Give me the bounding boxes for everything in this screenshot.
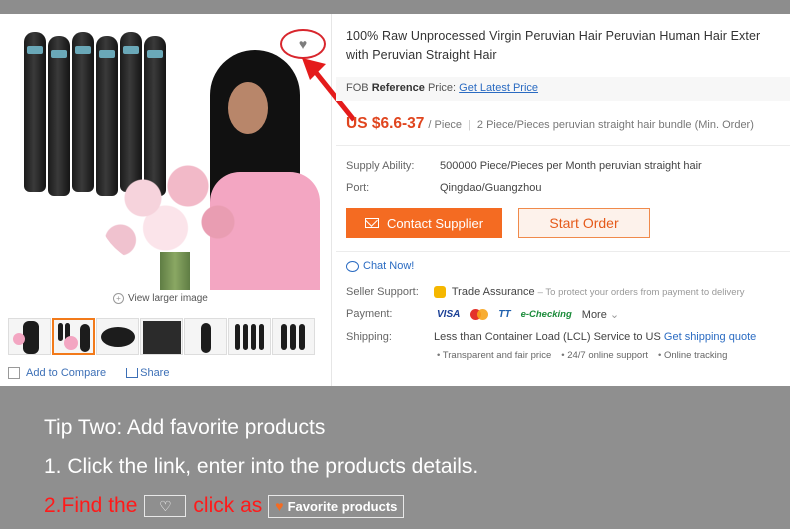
supply-value: 500000 Piece/Pieces per Month peruvian s…: [440, 160, 702, 172]
payment-methods: VISA TT e-Checking More ⌄: [437, 308, 619, 321]
trade-assurance-note: – To protect your orders from payment to…: [537, 287, 745, 298]
get-shipping-quote-link[interactable]: Get shipping quote: [664, 331, 756, 343]
thumbnail-active[interactable]: [52, 318, 95, 355]
model-face: [228, 82, 268, 134]
details-divider: [336, 145, 790, 146]
tip-step-one: 1. Click the link, enter into the produc…: [44, 455, 479, 478]
thumbnail[interactable]: [184, 318, 227, 355]
get-latest-price-link[interactable]: Get Latest Price: [459, 82, 538, 94]
top-gray-strip: [0, 0, 790, 14]
product-title-line1: 100% Raw Unprocessed Virgin Peruvian Hai…: [346, 29, 761, 43]
tip-title: Tip Two: Add favorite products: [44, 416, 326, 439]
heart-icon: ♥: [298, 36, 308, 52]
shipping-benefits: Transparent and fair price 24/7 online s…: [437, 350, 728, 361]
start-order-label: Start Order: [549, 215, 619, 231]
view-larger-link[interactable]: + View larger image: [113, 293, 208, 304]
fob-price-row: FOB Reference Price: Get Latest Price: [346, 82, 538, 94]
compare-checkbox[interactable]: [8, 367, 20, 379]
trade-assurance-label[interactable]: Trade Assurance: [452, 286, 535, 298]
zoom-icon: +: [113, 293, 124, 304]
favorite-heart-button[interactable]: ♥: [280, 29, 326, 59]
benefit-item: Online tracking: [658, 350, 727, 361]
share-link[interactable]: Share: [126, 367, 169, 379]
price-value: US $6.6-37: [346, 115, 425, 132]
mastercard-icon: [470, 309, 489, 320]
thumbnail[interactable]: [8, 318, 51, 355]
echecking-icon: e-Checking: [520, 309, 572, 320]
payment-more-dropdown[interactable]: More ⌄: [582, 308, 619, 321]
hair-bundle: [48, 36, 70, 196]
price-unit: / Piece: [428, 119, 463, 131]
thumbnail[interactable]: [272, 318, 315, 355]
compare-share-row: Add to Compare Share: [8, 367, 169, 379]
hair-bundle: [72, 32, 94, 192]
price-separator: |: [468, 119, 471, 131]
chat-now-link[interactable]: Chat Now!: [346, 260, 414, 272]
fob-bold: Reference: [371, 82, 425, 94]
benefit-item: Transparent and fair price: [437, 350, 551, 361]
shipping-row: Less than Container Load (LCL) Service t…: [434, 331, 756, 343]
shipping-value: Less than Container Load (LCL) Service t…: [434, 331, 661, 343]
main-product-image[interactable]: [10, 22, 324, 290]
thumbnail[interactable]: [228, 318, 271, 355]
port-label: Port:: [346, 182, 370, 194]
port-value: Qingdao/Guangzhou: [440, 182, 542, 194]
chevron-down-icon: ⌄: [609, 309, 620, 321]
heart-icon: ♥: [275, 498, 284, 514]
start-order-button[interactable]: Start Order: [518, 208, 650, 238]
chat-icon: [346, 260, 359, 272]
seller-support-label: Seller Support:: [346, 286, 419, 298]
add-to-compare-link[interactable]: Add to Compare: [26, 367, 106, 379]
share-icon: [126, 368, 139, 378]
contact-supplier-button[interactable]: Contact Supplier: [346, 208, 502, 238]
trade-assurance-row: Trade Assurance – To protect your orders…: [434, 286, 745, 299]
actions-divider: [336, 251, 790, 252]
payment-label: Payment:: [346, 308, 393, 320]
min-order: 2 Piece/Pieces peruvian straight hair bu…: [476, 119, 754, 131]
mail-icon: [364, 218, 379, 228]
flower-bouquet: [98, 150, 248, 270]
tip-step-two-mid: click as: [193, 494, 263, 517]
share-label: Share: [140, 367, 170, 379]
thumbnail[interactable]: [96, 318, 139, 355]
hair-bundle: [24, 32, 46, 192]
contact-supplier-label: Contact Supplier: [386, 215, 484, 231]
fob-prefix: FOB: [346, 82, 369, 94]
shipping-label: Shipping:: [346, 331, 392, 343]
view-larger-label: View larger image: [128, 293, 208, 304]
tip-step-two: 2.Find the ♡ click as ♥ Favorite product…: [44, 494, 405, 518]
favorite-products-label: Favorite products: [287, 498, 398, 514]
trade-assurance-icon: [434, 286, 446, 299]
fob-suffix: Price:: [427, 82, 457, 94]
thumbnail[interactable]: [140, 318, 183, 355]
price-row: US $6.6-37 / Piece | 2 Piece/Pieces peru…: [346, 115, 754, 133]
supply-label: Supply Ability:: [346, 160, 415, 172]
benefit-item: 24/7 online support: [561, 350, 648, 361]
thumbnail-strip: [8, 318, 315, 355]
favorite-products-chip: ♥ Favorite products: [268, 494, 405, 518]
visa-icon: VISA: [437, 309, 461, 320]
tip-step-two-prefix: 2.Find the: [44, 494, 138, 517]
product-title-line2: with Peruvian Straight Hair: [346, 48, 497, 62]
more-label: More: [581, 309, 607, 321]
product-title: 100% Raw Unprocessed Virgin Peruvian Hai…: [346, 27, 790, 65]
chat-now-label: Chat Now!: [363, 260, 415, 272]
tt-icon: TT: [498, 309, 511, 320]
heart-icon: ♡: [144, 495, 187, 517]
